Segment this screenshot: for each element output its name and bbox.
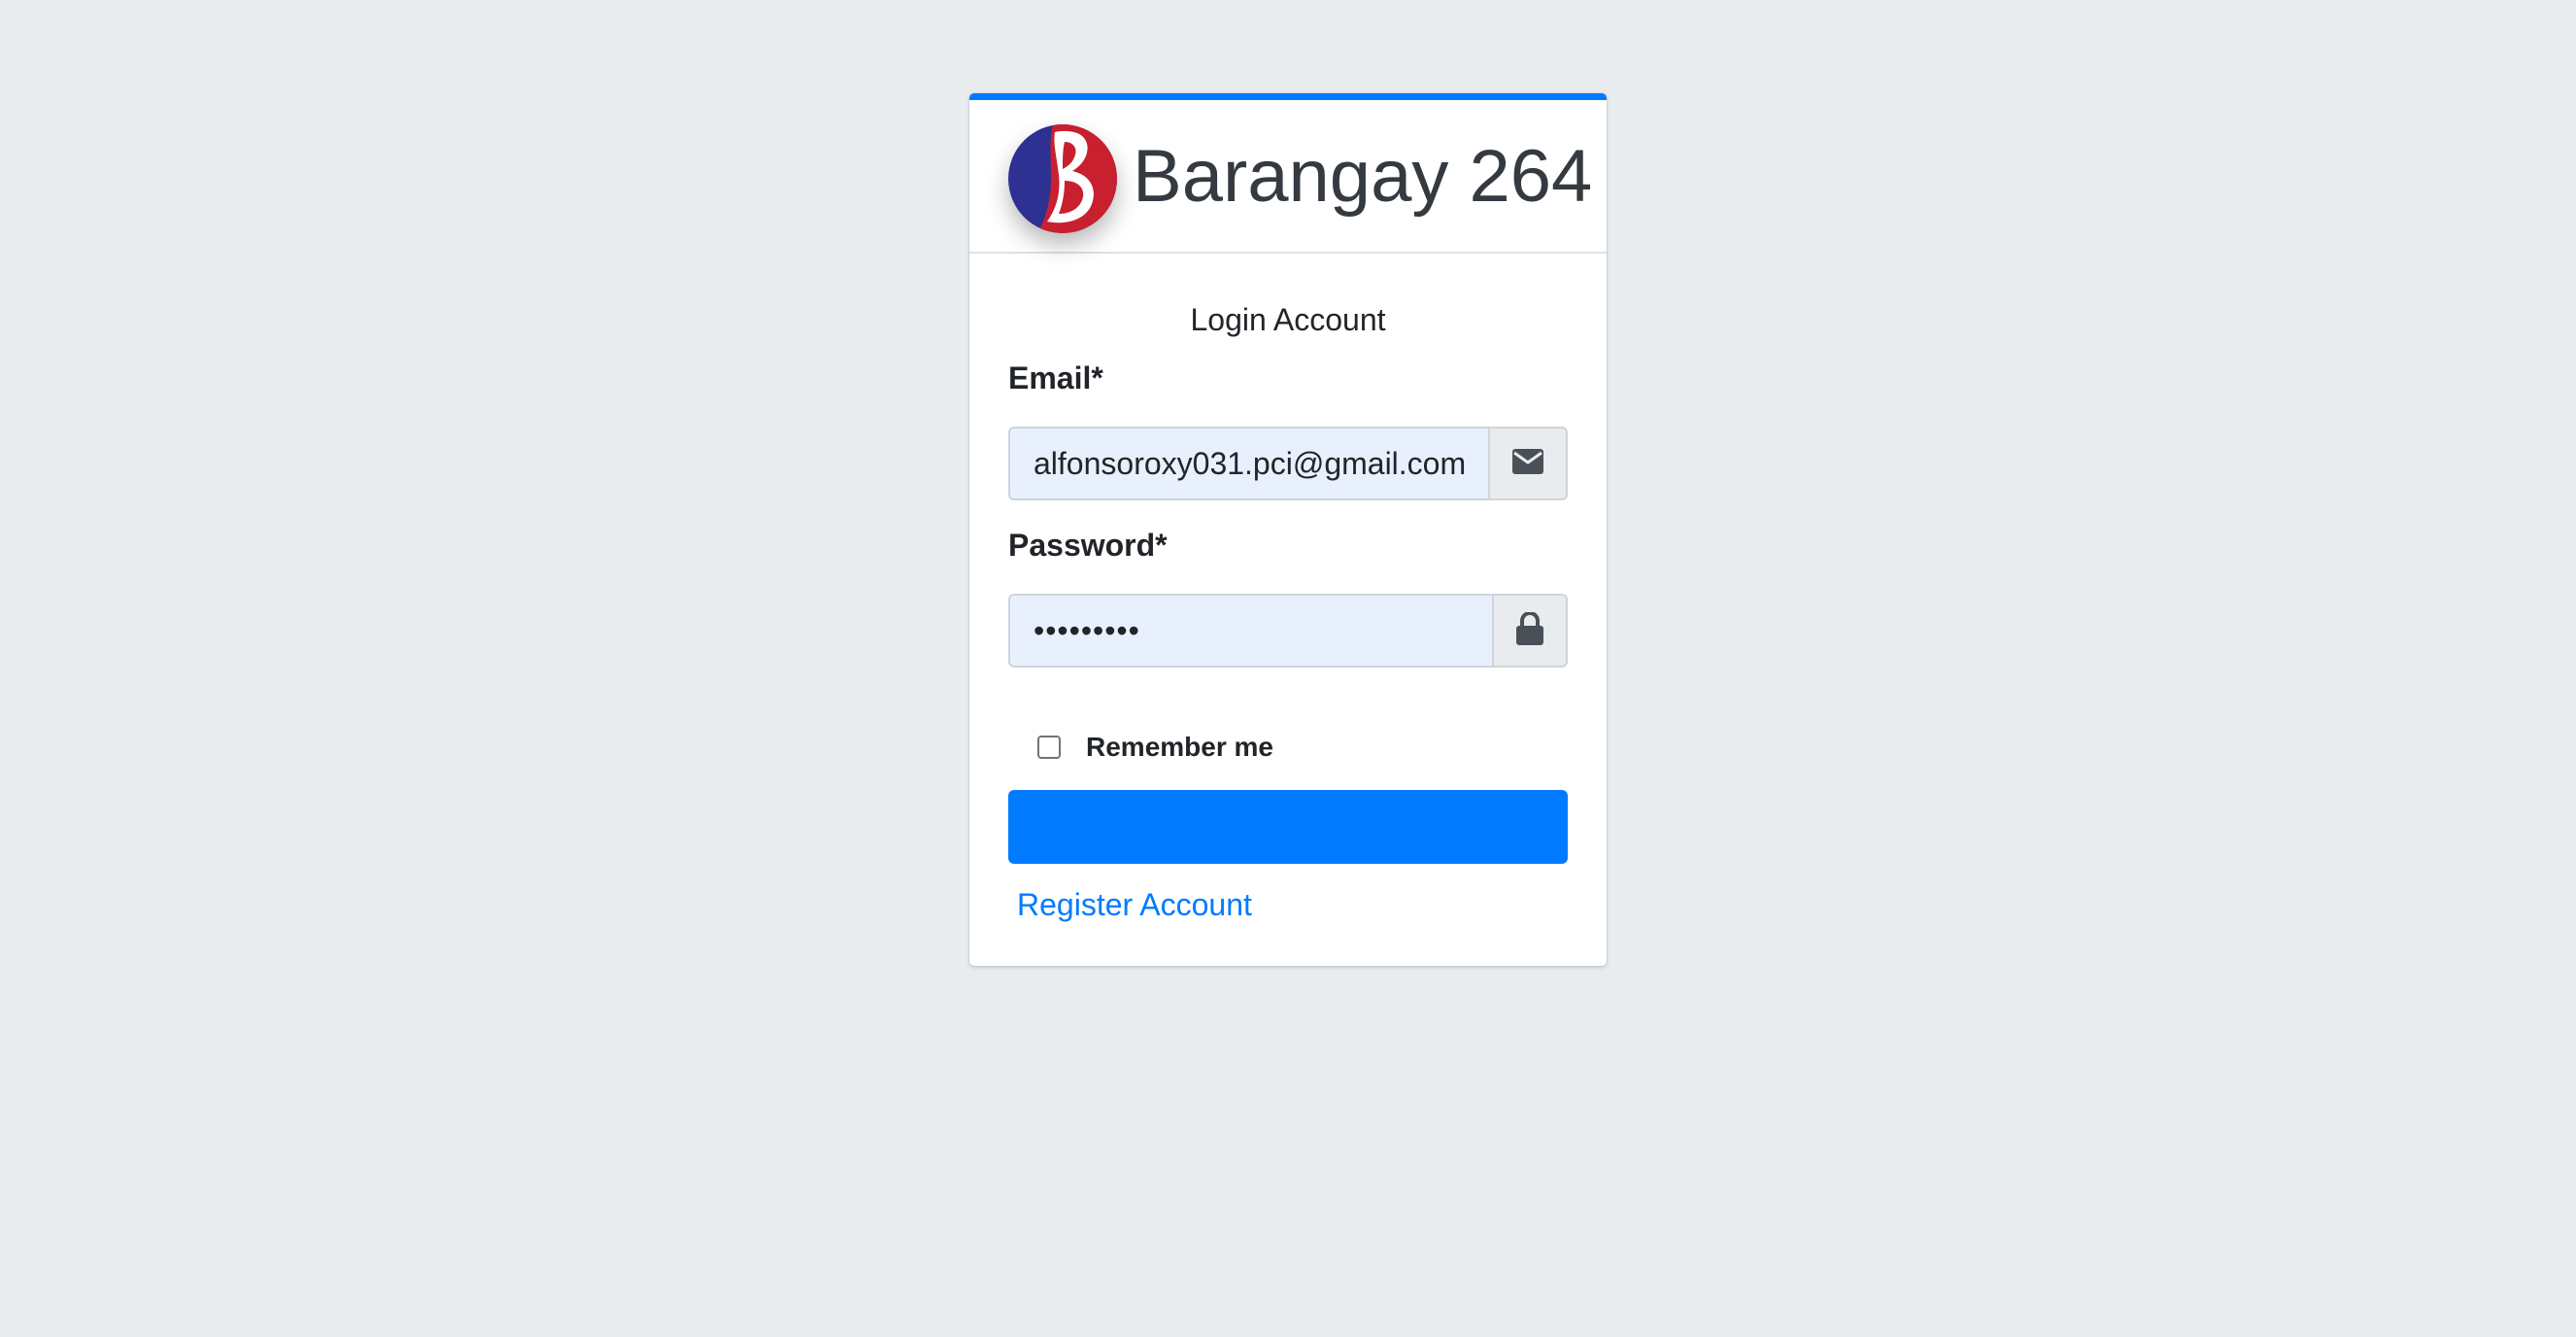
remember-me: Remember me [1037, 730, 1273, 765]
email-input-group [1008, 427, 1568, 500]
card-header: Barangay 264 [969, 100, 1607, 254]
password-field[interactable] [1008, 594, 1492, 668]
login-card: Barangay 264 Login Account Email* Passwo… [969, 93, 1607, 966]
lock-icon [1516, 610, 1543, 650]
password-addon [1492, 594, 1568, 668]
login-box-message: Login Account [1190, 302, 1386, 337]
password-input-group [1008, 594, 1568, 668]
remember-label[interactable]: Remember me [1086, 730, 1273, 765]
barangay-logo-icon [1008, 124, 1117, 233]
brand-name: Barangay 264 [1133, 135, 1593, 218]
envelope-icon [1512, 448, 1543, 479]
remember-checkbox[interactable] [1037, 736, 1061, 759]
email-field[interactable] [1008, 427, 1488, 500]
email-addon [1488, 427, 1568, 500]
email-label: Email* [1008, 360, 1103, 395]
register-link[interactable]: Register Account [1017, 885, 1252, 924]
sign-in-button[interactable] [1008, 790, 1568, 864]
password-label: Password* [1008, 528, 1168, 563]
